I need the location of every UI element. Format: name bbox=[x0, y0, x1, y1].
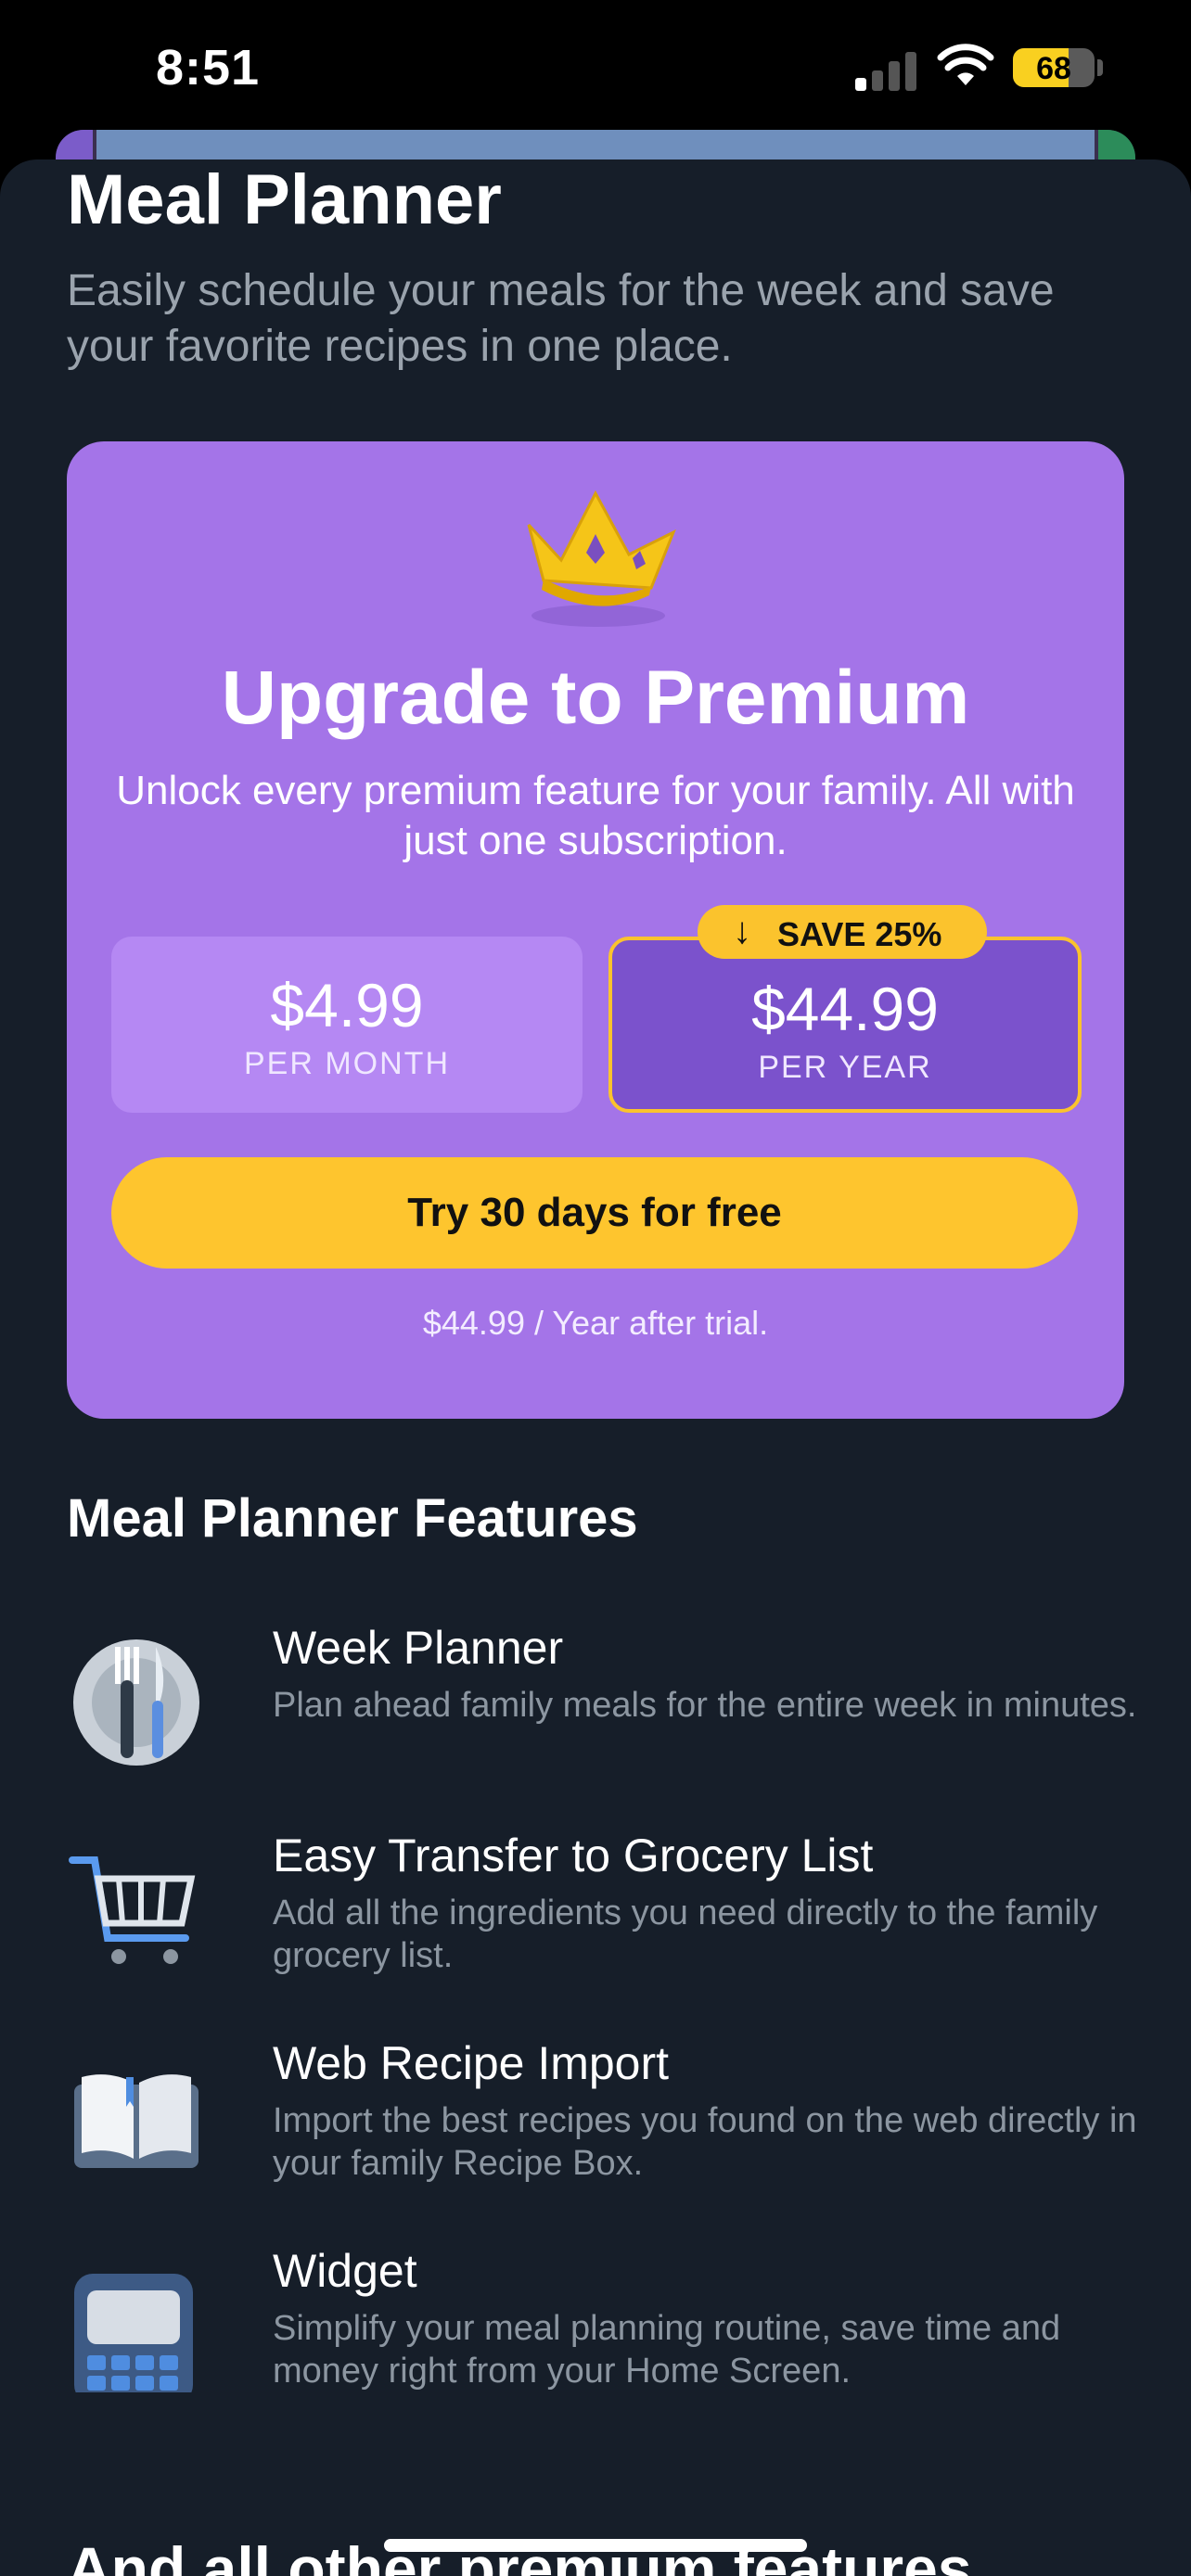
arrow-down-icon: ↓ bbox=[733, 911, 751, 951]
feature-item: Easy Transfer to Grocery List Add all th… bbox=[0, 1829, 1191, 2014]
fork-knife-plate-icon bbox=[73, 1639, 199, 1766]
plan-period: PER MONTH bbox=[244, 1046, 450, 1081]
feature-description: Plan ahead family meals for the entire w… bbox=[273, 1686, 1137, 1725]
feature-title: Easy Transfer to Grocery List bbox=[273, 1830, 874, 1881]
crown-icon bbox=[527, 490, 676, 627]
feature-title: Week Planner bbox=[273, 1622, 564, 1674]
feature-description: Simplify your meal planning routine, sav… bbox=[273, 2309, 1061, 2391]
battery-tip bbox=[1097, 59, 1103, 76]
status-bar: 8:51 68 bbox=[0, 0, 1191, 139]
feature-description: Import the best recipes you found on the… bbox=[273, 2101, 1137, 2183]
phone-widget-icon bbox=[74, 2274, 193, 2392]
feature-title: Widget bbox=[273, 2245, 417, 2297]
feature-title: Web Recipe Import bbox=[273, 2037, 670, 2089]
premium-card: Upgrade to Premium Unlock every premium … bbox=[67, 441, 1124, 1419]
wifi-icon bbox=[937, 44, 994, 85]
premium-title: Upgrade to Premium bbox=[221, 656, 970, 740]
plan-price: $44.99 bbox=[751, 975, 939, 1043]
save-badge: ↓ SAVE 25% bbox=[698, 905, 987, 959]
plan-monthly-option[interactable]: $4.99 PER MONTH bbox=[111, 937, 583, 1113]
home-indicator[interactable] bbox=[384, 2539, 807, 2552]
feature-item: Web Recipe Import Import the best recipe… bbox=[0, 2036, 1191, 2222]
premium-description: Unlock every premium feature for your fa… bbox=[116, 768, 1075, 863]
features-heading: Meal Planner Features bbox=[67, 1488, 638, 1549]
feature-description: Add all the ingredients you need directl… bbox=[273, 1894, 1098, 1975]
feature-item: Widget Simplify your meal planning routi… bbox=[0, 2244, 1191, 2429]
cellular-signal-icon bbox=[855, 48, 920, 91]
page-title: Meal Planner bbox=[67, 160, 502, 239]
status-time: 8:51 bbox=[156, 40, 261, 96]
after-trial-note: $44.99 / Year after trial. bbox=[422, 1304, 769, 1342]
plan-period: PER YEAR bbox=[758, 1050, 932, 1085]
open-book-icon bbox=[74, 2074, 198, 2168]
save-badge-label: SAVE 25% bbox=[777, 915, 942, 953]
try-free-button[interactable]: Try 30 days for free bbox=[111, 1157, 1078, 1269]
feature-item: Week Planner Plan ahead family meals for… bbox=[0, 1621, 1191, 1806]
page-subtitle: Easily schedule your meals for the week … bbox=[67, 266, 1055, 371]
shopping-cart-icon bbox=[69, 1856, 196, 1964]
battery-percent: 68 bbox=[1036, 51, 1071, 86]
meal-planner-sheet: Meal Planner Easily schedule your meals … bbox=[0, 159, 1191, 2576]
battery-icon: 68 bbox=[1013, 48, 1095, 87]
plan-yearly-option[interactable]: $44.99 PER YEAR bbox=[608, 937, 1082, 1113]
plan-price: $4.99 bbox=[270, 971, 424, 1039]
